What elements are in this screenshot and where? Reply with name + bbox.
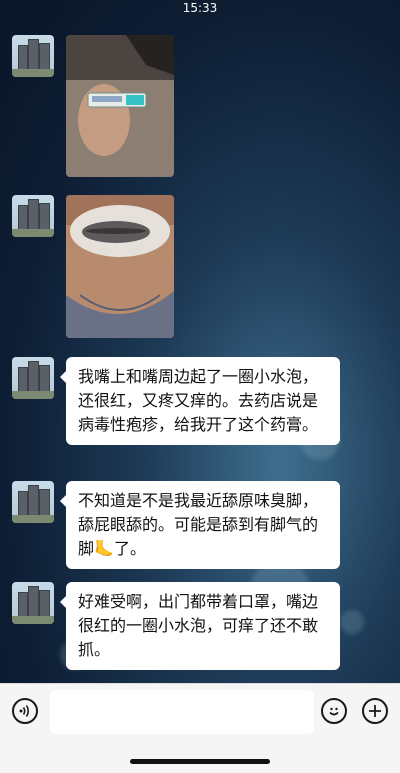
plus-button[interactable] <box>362 698 388 724</box>
voice-icon <box>19 705 30 717</box>
status-time: 15:33 <box>176 0 224 16</box>
lips-photo[interactable] <box>66 195 174 338</box>
avatar[interactable] <box>12 582 54 624</box>
message-text: 我嘴上和嘴周边起了一圈小水泡，还很红，又疼又痒的。去药店说是病毒性疱疹，给我开了… <box>78 367 319 434</box>
message-bubble[interactable]: 好难受啊，出门都带着口罩，嘴边很红的一圈小水泡，可痒了还不敢抓。 <box>60 582 340 670</box>
foot-emoji: 🦶 <box>94 539 114 558</box>
avatar[interactable] <box>12 357 54 399</box>
bokeh-light <box>340 610 364 634</box>
plus-icon <box>369 705 381 717</box>
avatar[interactable] <box>12 481 54 523</box>
home-indicator[interactable] <box>130 759 270 764</box>
emoji-icon <box>329 707 339 716</box>
avatar[interactable] <box>12 195 54 237</box>
message-bubble[interactable]: 不知道是不是我最近舔原味臭脚，舔屁眼舔的。可能是舔到有脚气的脚🦶了。 <box>60 481 340 569</box>
message-bubble[interactable]: 我嘴上和嘴周边起了一圈小水泡，还很红，又疼又痒的。去药店说是病毒性疱疹，给我开了… <box>60 357 340 445</box>
message-text-end: 了。 <box>113 539 146 558</box>
voice-button[interactable] <box>12 698 38 724</box>
avatar[interactable] <box>12 35 54 77</box>
ointment-photo[interactable] <box>66 35 174 177</box>
message-text: 好难受啊，出门都带着口罩，嘴边很红的一圈小水泡，可痒了还不敢抓。 <box>78 592 319 659</box>
input-bar <box>0 683 400 773</box>
emoji-button[interactable] <box>321 698 347 724</box>
message-input[interactable] <box>50 690 314 734</box>
